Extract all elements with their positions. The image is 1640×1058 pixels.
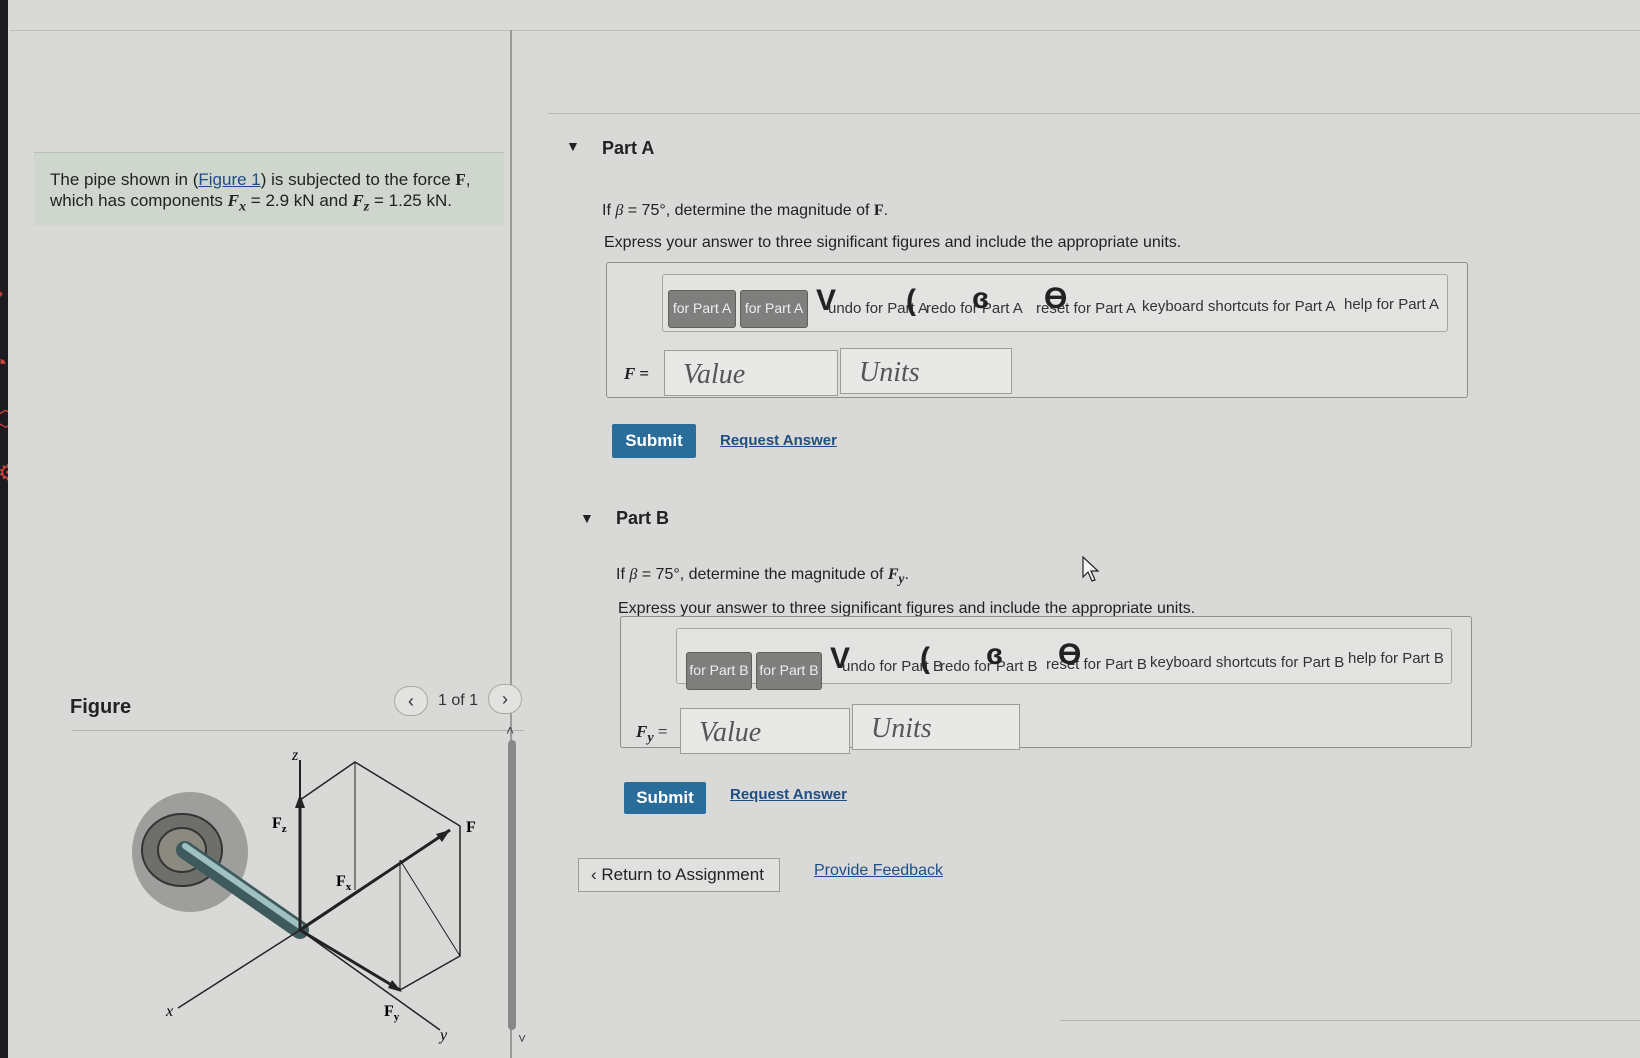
fz-label: Fz (272, 815, 287, 835)
figure-heading: Figure (70, 696, 132, 718)
chevron-left-icon: ‹ (591, 865, 602, 884)
chevron-right-icon: › (502, 689, 508, 709)
question-text: If (602, 202, 616, 219)
question-text: = 75°, determine the magnitude of (637, 566, 888, 583)
x-axis (177, 929, 301, 1009)
pipe-force-figure: z x y F Fz Fx Fy (132, 747, 476, 1044)
part-a-keyboard-icon[interactable]: ϴ (1044, 284, 1067, 314)
part-b-title: Part B (616, 508, 670, 528)
problem-text: which has components (50, 191, 228, 210)
force-symbol: F (873, 202, 884, 219)
sidebar-arrow-icon[interactable]: › (0, 282, 3, 304)
question-text: = 75°, determine the magnitude of (623, 202, 874, 219)
figure-prev-button[interactable]: ‹ (394, 686, 428, 716)
provide-feedback-link[interactable]: Provide Feedback (814, 862, 943, 880)
part-a-symbols-button[interactable]: for Part A (740, 290, 808, 328)
figure-scrollbar[interactable] (508, 740, 516, 1030)
problem-text: The pipe shown in ( (50, 170, 199, 189)
problem-line-1: The pipe shown in (Figure 1) is subjecte… (50, 169, 504, 190)
part-a-redo-icon[interactable]: ( (906, 286, 916, 316)
divider (10, 30, 1640, 31)
fx-label: Fx (336, 873, 352, 893)
part-a-value-input[interactable]: Value (664, 350, 838, 396)
problem-line-2: which has components Fx = 2.9 kN and Fz … (50, 190, 504, 217)
part-b-reset-icon[interactable]: ɞ (986, 640, 1003, 670)
part-b-redo-icon[interactable]: ( (920, 644, 930, 674)
problem-statement: The pipe shown in (Figure 1) is subjecte… (34, 152, 504, 226)
part-a-units-input[interactable]: Units (840, 348, 1012, 394)
taskbar-edge (1060, 1020, 1640, 1021)
divider (548, 113, 1640, 114)
part-a-collapse-icon[interactable]: ▼ (566, 138, 580, 154)
force-label: F (466, 819, 476, 836)
z-axis-label: z (291, 747, 299, 764)
part-b-collapse-icon[interactable]: ▼ (580, 510, 594, 526)
var-symbol: F (636, 722, 648, 741)
part-b-units-input[interactable]: Units (852, 704, 1020, 750)
divider (72, 730, 524, 731)
fy-vector (299, 928, 401, 992)
question-text: . (904, 566, 909, 583)
part-a-request-answer-link[interactable]: Request Answer (720, 432, 837, 449)
part-b-symbols-button[interactable]: for Part B (756, 652, 822, 690)
part-a-template-button[interactable]: for Part A (668, 290, 736, 328)
part-b-keyboard-label[interactable]: keyboard shortcuts for Part B (1150, 654, 1344, 671)
figure-next-button[interactable]: › (488, 684, 522, 714)
part-b-variable-label: Fy = (636, 722, 667, 746)
fx-value: = 2.9 kN (246, 191, 315, 210)
part-b-submit-button[interactable]: Submit (624, 782, 706, 814)
part-b-help-label[interactable]: help for Part B (1348, 650, 1444, 667)
return-label: Return to Assignment (601, 865, 764, 884)
mouse-cursor-icon (1082, 556, 1100, 582)
part-a-submit-button[interactable]: Submit (612, 424, 696, 458)
x-axis-label: x (165, 1003, 173, 1020)
fz-arrowhead (295, 794, 305, 808)
chevron-left-icon: ‹ (408, 691, 414, 711)
part-a-keyboard-label[interactable]: keyboard shortcuts for Part A (1142, 298, 1335, 315)
part-b-question: If β = 75°, determine the magnitude of F… (616, 566, 909, 587)
part-b-template-button[interactable]: for Part B (686, 652, 752, 690)
sidebar-clock-icon[interactable]: ◔ (0, 352, 7, 374)
part-b-keyboard-icon[interactable]: ϴ (1058, 640, 1081, 670)
part-a-reset-icon[interactable]: ɞ (972, 284, 989, 314)
question-text: If (616, 566, 630, 583)
figure-counter: 1 of 1 (438, 692, 479, 709)
part-b-request-answer-link[interactable]: Request Answer (730, 786, 847, 803)
fy-label: Fy (384, 1003, 400, 1023)
part-a-title: Part A (602, 138, 655, 158)
box-edge (399, 859, 461, 957)
part-a-help-label[interactable]: help for Part A (1344, 296, 1439, 313)
fx-vector (299, 888, 361, 932)
scroll-down-icon[interactable]: ˅ (518, 1030, 526, 1046)
force-symbol: F (455, 170, 466, 189)
figure-link[interactable]: Figure 1 (198, 170, 260, 189)
force-symbol: F (887, 566, 899, 583)
var-equals: = (653, 722, 668, 741)
part-a-variable-label: F = (624, 364, 649, 383)
fz-value: = 1.25 kN. (369, 191, 452, 210)
force-arrowhead (436, 830, 450, 842)
problem-text: , (465, 170, 471, 189)
y-axis-label: y (438, 1027, 448, 1044)
scroll-up-icon[interactable]: ˄ (506, 722, 514, 738)
fx-symbol: F (227, 191, 239, 210)
problem-text: and (314, 191, 353, 210)
problem-text: ) is subjected to the force (260, 170, 456, 189)
fz-symbol: F (352, 191, 364, 210)
part-a-question: If β = 75°, determine the magnitude of F… (602, 202, 888, 220)
question-text: . (883, 202, 889, 219)
return-to-assignment-button[interactable]: ‹ Return to Assignment (578, 858, 780, 892)
part-a-instructions: Express your answer to three significant… (604, 234, 1182, 251)
part-b-value-input[interactable]: Value (680, 708, 850, 754)
